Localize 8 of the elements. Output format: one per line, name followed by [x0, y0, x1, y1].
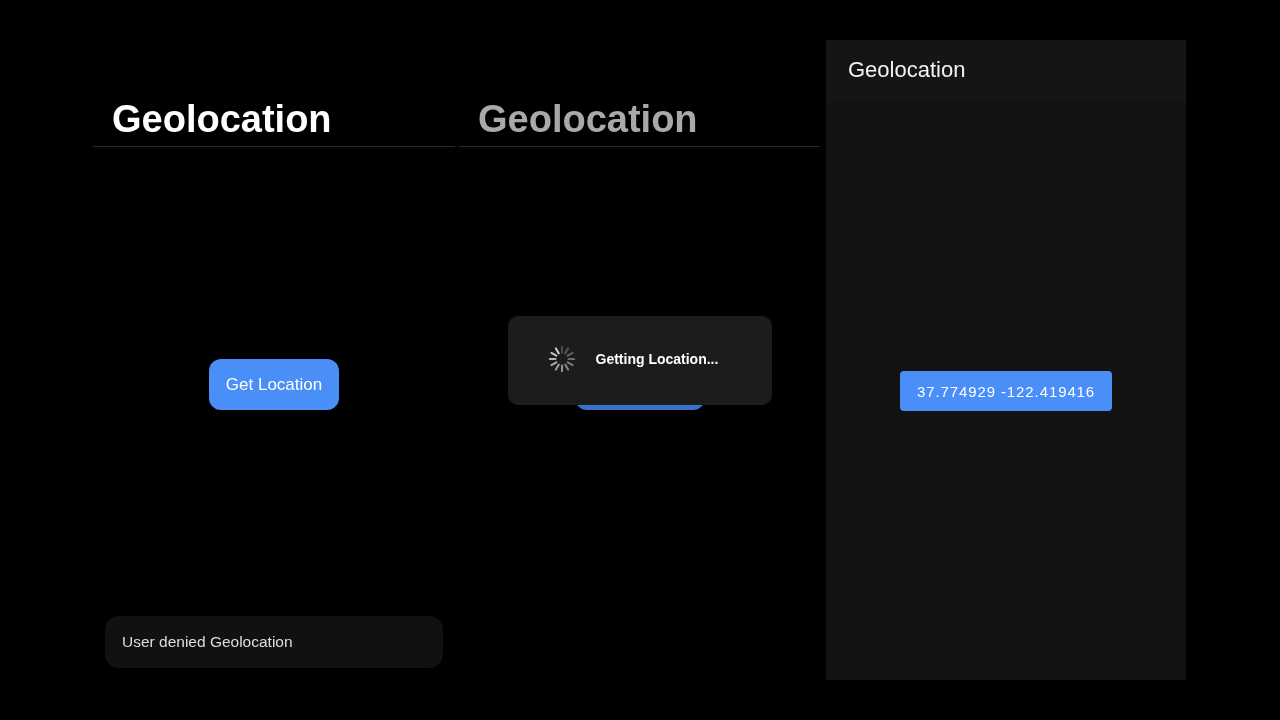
get-location-button[interactable]: Get Location	[209, 359, 339, 410]
screen-title: Geolocation	[478, 98, 698, 140]
coordinates-button[interactable]: 37.774929 -122.419416	[899, 371, 1113, 411]
toast-message: User denied Geolocation	[122, 633, 293, 651]
app-bar-title: Geolocation	[848, 57, 966, 83]
spinner-icon	[546, 343, 577, 374]
loading-text: Getting Location...	[595, 350, 719, 367]
screen-title: Geolocation	[112, 98, 332, 140]
